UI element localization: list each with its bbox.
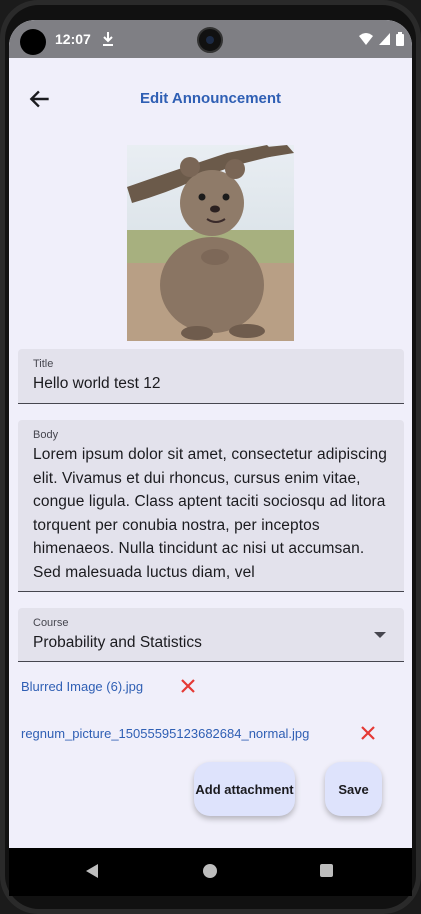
body-field-value: Lorem ipsum dolor sit amet, consectetur …: [33, 446, 387, 581]
wifi-icon: [359, 33, 373, 45]
system-nav-bar: [9, 848, 412, 896]
app-screen: 12:07 Edit Announcement Title Hello worl…: [9, 20, 412, 896]
nav-recents-icon[interactable]: [320, 864, 333, 877]
status-time: 12:07: [55, 31, 91, 47]
battery-icon: [396, 32, 404, 46]
remove-attachment-icon[interactable]: [360, 725, 376, 741]
attachment-link[interactable]: regnum_picture_15055595123682684_normal.…: [21, 726, 309, 741]
dropdown-arrow-icon: [374, 632, 386, 638]
announcement-image: [127, 145, 294, 341]
nav-back-icon[interactable]: [86, 864, 98, 878]
course-dropdown[interactable]: Course Probability and Statistics: [18, 608, 404, 662]
status-bar: 12:07: [9, 20, 412, 58]
course-field-label: Course: [33, 617, 69, 629]
course-field-value: Probability and Statistics: [33, 634, 202, 651]
title-field-label: Title: [33, 358, 54, 370]
title-field[interactable]: Title Hello world test 12: [18, 349, 404, 404]
body-field[interactable]: Body Lorem ipsum dolor sit amet, consect…: [18, 420, 404, 592]
add-attachment-button[interactable]: Add attachment: [194, 762, 295, 816]
signal-icon: [379, 33, 390, 45]
save-button[interactable]: Save: [325, 762, 382, 816]
page-title: Edit Announcement: [139, 90, 282, 107]
system-icons: [359, 32, 404, 46]
title-field-value: Hello world test 12: [33, 375, 161, 392]
front-camera-cutout: [20, 29, 46, 55]
app-bar: Edit Announcement: [9, 58, 412, 138]
body-field-label: Body: [33, 429, 59, 441]
remove-attachment-icon[interactable]: [180, 678, 196, 694]
nav-home-icon[interactable]: [203, 864, 217, 878]
download-icon: [103, 32, 113, 46]
attachment-link[interactable]: Blurred Image (6).jpg: [21, 679, 143, 694]
camera-lens: [197, 27, 223, 53]
quokka-photo: [127, 145, 294, 341]
